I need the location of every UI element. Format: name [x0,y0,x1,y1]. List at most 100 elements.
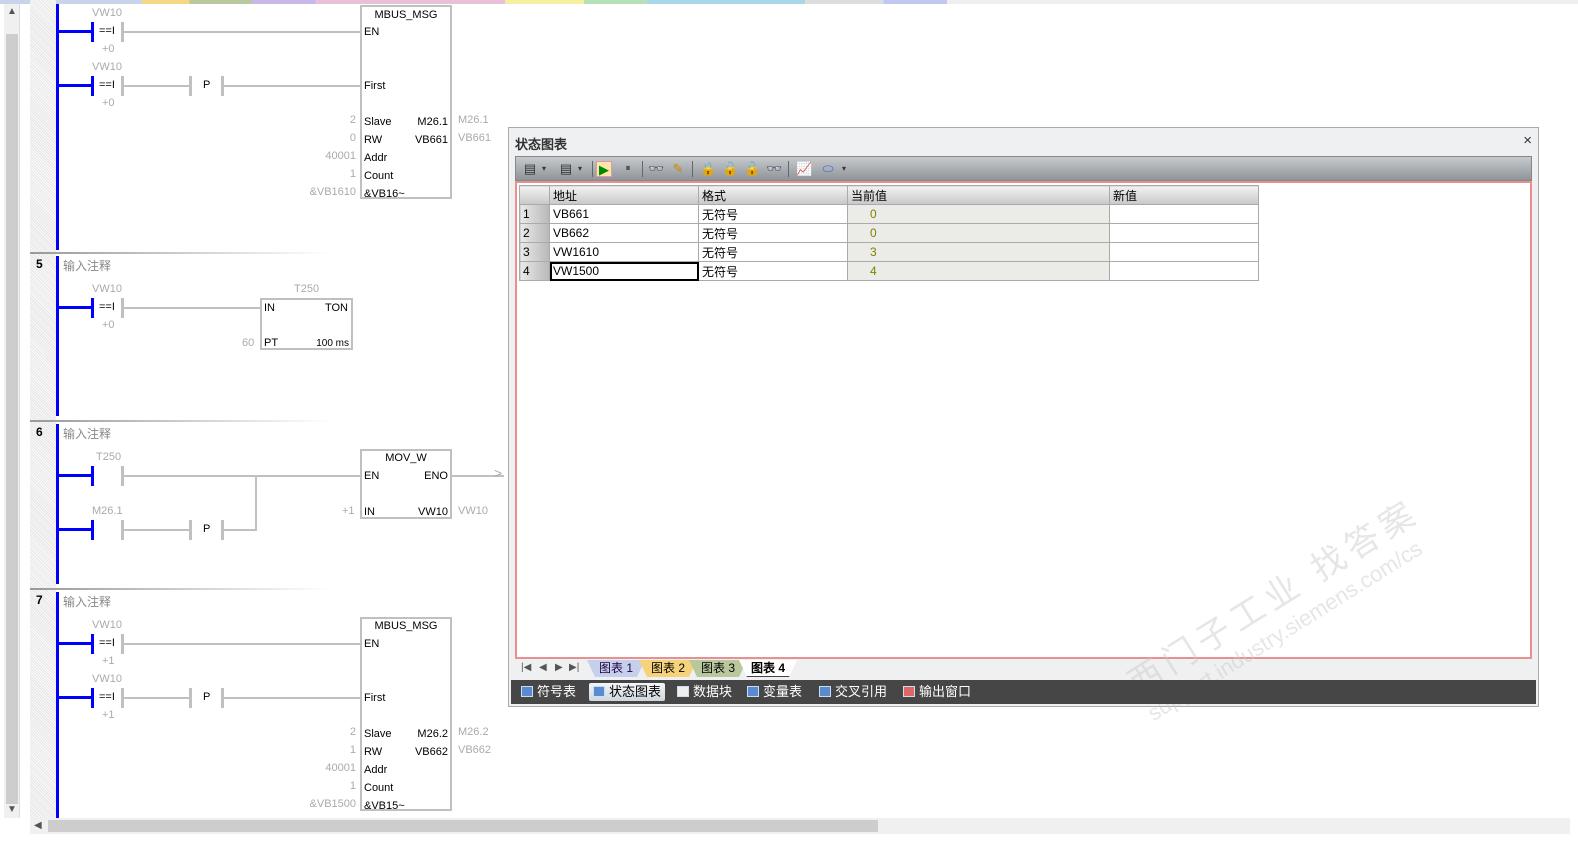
horizontal-scrollbar[interactable]: ◀ [30,818,1570,834]
mbus-msg-block[interactable]: MBUS_MSG EN First Slave RW Addr Count &V… [360,617,452,812]
chart-status-icon[interactable]: ▶ [596,161,612,177]
mbus-msg-block[interactable]: MBUS_MSG EN First Slave RW Addr Count &V… [360,5,452,200]
address-cell[interactable]: VB661 [549,204,699,224]
window-title: 状态图表 [515,137,568,152]
column-address[interactable]: 地址 [549,185,699,205]
block-title: MBUS_MSG [374,620,438,632]
pin-rw: RW [364,746,383,758]
rw-value: 1 [349,744,356,756]
format-cell[interactable]: 无符号 [698,242,848,262]
table-row: 3 VW1610 无符号 3 [519,242,1259,262]
address-cell[interactable]: VW1610 [549,242,699,262]
network-number: 7 [36,593,43,607]
scroll-up-icon[interactable]: ▲ [7,6,17,17]
tab-chart-1[interactable]: 图表 1 [587,660,645,677]
format-cell[interactable]: 无符号 [698,261,848,281]
address-cell[interactable]: VB662 [549,223,699,243]
dataptr-value: &VB1500 [309,798,356,810]
output-window-button[interactable]: 输出窗口 [899,683,975,701]
table-row: 2 VB662 无符号 0 [519,223,1259,243]
format-cell[interactable]: 无符号 [698,223,848,243]
column-current-value[interactable]: 当前值 [847,185,1110,205]
edge-contact-left [189,520,192,540]
dropdown-icon[interactable]: ▾ [536,161,552,177]
in-value: +1 [342,505,355,517]
read-all-forced-icon[interactable]: 👓 [766,161,782,177]
close-icon[interactable]: × [1523,132,1532,149]
ton-timer-block[interactable]: IN TON PT 100 ms [260,298,353,350]
pause-icon[interactable]: ⏸ [620,161,636,177]
prev-tab-icon[interactable]: ◀ [539,662,547,673]
timer-unit: 100 ms [316,338,349,349]
column-format[interactable]: 格式 [698,185,848,205]
new-value-cell[interactable] [1109,204,1259,224]
pin-addr: Addr [364,764,388,776]
compare-operand-bottom: +0 [102,97,115,109]
scroll-down-icon[interactable]: ▼ [7,804,17,815]
scroll-left-icon[interactable]: ◀ [34,820,42,831]
network-comment[interactable]: 输入注释 [63,257,111,274]
block-title: MOV_W [385,452,427,464]
force-icon[interactable]: 🔒 [700,161,716,177]
row-number[interactable]: 2 [519,223,550,243]
compare-op: ==I [99,79,115,91]
tag-icon[interactable]: ⬭ [820,161,836,177]
rw-value: 0 [349,132,356,144]
label: 交叉引用 [835,684,888,699]
row-number[interactable]: 1 [519,204,550,224]
status-chart-button[interactable]: 状态图表 [589,683,666,701]
label: 变量表 [763,684,803,699]
contact-left [91,298,94,318]
dropdown-icon[interactable]: ▾ [572,161,588,177]
pin-dataptr: &VB15~ [364,800,405,812]
variable-table-button[interactable]: 变量表 [743,683,806,701]
network-gutter [30,0,56,818]
unforce-all-icon[interactable]: 🔓 [744,161,760,177]
new-value-cell[interactable] [1109,223,1259,243]
contact-left [91,688,94,708]
vertical-scrollbar[interactable]: ▲ ▼ [4,4,20,818]
rung-wire [58,30,92,33]
error-var: VB662 [458,744,492,756]
table-row: 4 VW1500 无符号 4 [519,261,1259,281]
new-value-cell[interactable] [1109,242,1259,262]
scroll-thumb[interactable] [6,34,18,804]
first-tab-icon[interactable]: |◀ [521,662,531,673]
tab-chart-4[interactable]: 图表 4 [739,660,797,677]
format-cell[interactable]: 无符号 [698,204,848,224]
cross-reference-button[interactable]: 交叉引用 [815,683,891,701]
network-comment[interactable]: 输入注释 [63,425,111,442]
address-cell-selected[interactable]: VW1500 [549,261,699,281]
positive-edge: P [203,523,211,535]
out-var: VW10 [458,505,488,517]
tab-chart-2[interactable]: 图表 2 [639,660,697,677]
positive-edge: P [203,691,211,703]
network-comment[interactable]: 输入注释 [63,593,111,610]
new-value-cell[interactable] [1109,261,1259,281]
read-icon[interactable]: 👓 [648,161,664,177]
tab-chart-3[interactable]: 图表 3 [689,660,747,677]
row-number[interactable]: 3 [519,242,550,262]
write-icon[interactable]: ✎ [670,161,686,177]
scroll-thumb[interactable] [48,820,878,832]
compare-op: ==I [99,691,115,703]
trend-view-icon[interactable]: 📈 [796,161,812,177]
edge-contact-left [189,688,192,708]
mov-w-block[interactable]: MOV_W EN ENO IN VW10 [360,449,452,519]
next-tab-icon[interactable]: ▶ [555,662,563,673]
error-var: VB661 [458,132,492,144]
contact-left [91,520,94,540]
row-number[interactable]: 4 [519,261,550,281]
rung-wire [124,697,190,699]
compare-operand-top: VW10 [92,61,122,73]
rung-wire [58,696,92,699]
data-block-button[interactable]: 数据块 [673,683,736,701]
last-tab-icon[interactable]: ▶| [569,662,579,673]
current-value-cell: 3 [847,242,1110,262]
symbol-table-button[interactable]: 符号表 [517,683,580,701]
rung-wire [58,306,92,309]
unforce-icon[interactable]: 🔓 [722,161,738,177]
dropdown-icon[interactable]: ▾ [836,161,852,177]
rung-wire [224,697,361,699]
column-new-value[interactable]: 新值 [1109,185,1259,205]
